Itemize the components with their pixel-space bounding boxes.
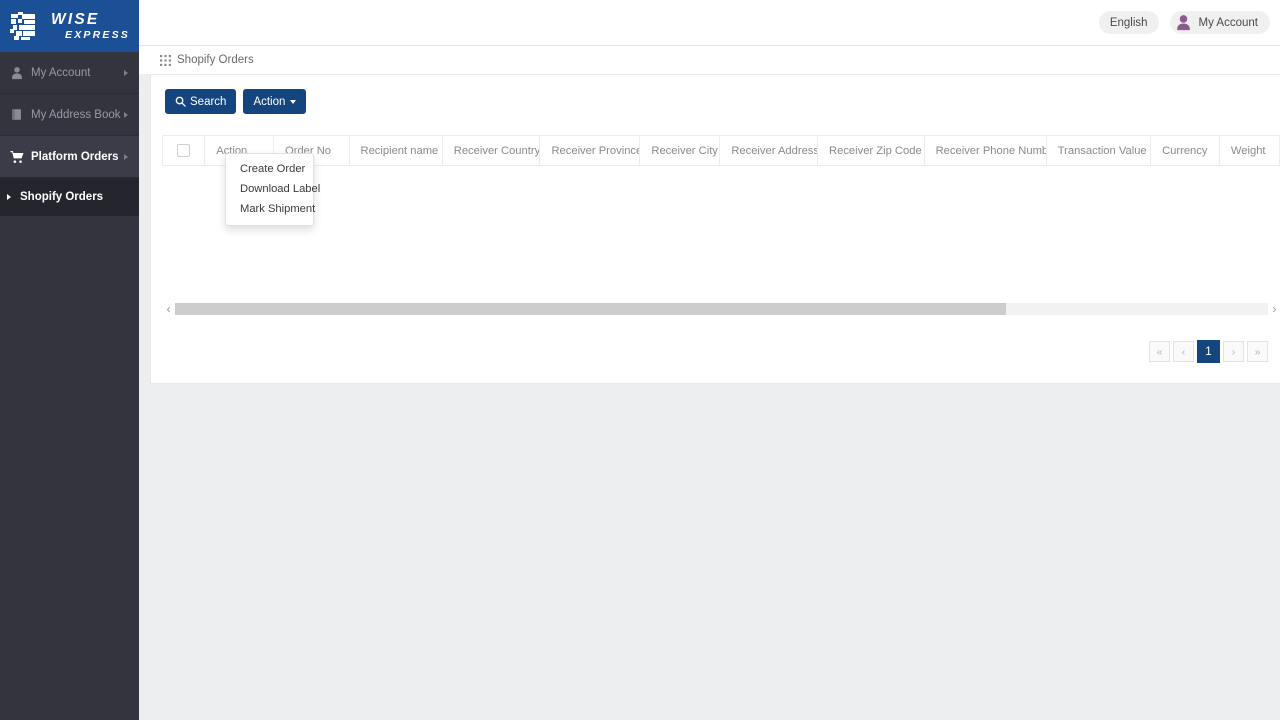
chevron-left-icon[interactable]: ‹ — [162, 303, 175, 315]
column-header-receiver-city[interactable]: Receiver City — [639, 135, 721, 166]
sidebar: WISE EXPRESS My Account My Address Book … — [0, 0, 139, 720]
column-header-receiver-province[interactable]: Receiver Province — [539, 135, 641, 166]
column-header-receiver-address[interactable]: Receiver Address — [719, 135, 819, 166]
account-label: My Account — [1198, 16, 1258, 29]
chevron-right-icon — [124, 69, 128, 76]
scrollbar-thumb[interactable] — [175, 303, 1006, 315]
table-header-row: Action Order No Recipient name Receiver … — [162, 135, 1280, 166]
pagination-next[interactable]: › — [1223, 341, 1244, 362]
chevron-right-icon[interactable]: › — [1268, 303, 1280, 315]
breadcrumb-label: Shopify Orders — [177, 54, 254, 66]
action-button[interactable]: Action — [243, 89, 307, 114]
brand-wordmark: WISE EXPRESS — [51, 10, 131, 41]
sidebar-item-platform-orders[interactable]: Platform Orders — [0, 136, 139, 178]
toolbar: Search Action — [151, 75, 1280, 114]
column-header-currency[interactable]: Currency — [1150, 135, 1220, 166]
language-label: English — [1109, 16, 1148, 29]
brand-logo[interactable]: WISE EXPRESS — [0, 0, 139, 52]
wise-express-logo-icon — [10, 12, 35, 40]
breadcrumb-bar: Shopify Orders — [139, 46, 1280, 74]
brand-line-1: WISE — [51, 10, 100, 28]
select-all-header — [162, 135, 206, 166]
cart-icon — [9, 149, 24, 164]
scrollbar-track[interactable] — [175, 303, 1268, 315]
action-dropdown-menu: Create Order Download Label Mark Shipmen… — [225, 153, 320, 226]
user-icon — [9, 65, 24, 80]
column-header-receiver-country[interactable]: Receiver Country — [441, 135, 541, 166]
top-header: English My Account — [139, 0, 1280, 46]
table-row — [162, 165, 1280, 238]
sidebar-item-my-account[interactable]: My Account — [0, 52, 139, 94]
search-button-label: Search — [190, 95, 227, 108]
my-account-menu[interactable]: My Account — [1169, 11, 1270, 34]
sidebar-item-label: Platform Orders — [31, 150, 119, 163]
select-all-checkbox[interactable] — [177, 144, 191, 157]
sidebar-item-my-address-book[interactable]: My Address Book — [0, 94, 139, 136]
menu-item-create-order[interactable]: Create Order — [226, 159, 313, 179]
book-icon — [9, 107, 24, 122]
orders-table-viewport: Action Order No Recipient name Receiver … — [162, 135, 1280, 305]
arrow-right-icon — [7, 194, 11, 200]
search-icon — [175, 96, 186, 107]
sidebar-item-label: My Address Book — [31, 108, 121, 121]
column-header-weight[interactable]: Weight — [1218, 135, 1280, 166]
menu-item-mark-shipment[interactable]: Mark Shipment — [226, 199, 315, 219]
empty-cell — [162, 165, 1280, 238]
grid-icon — [160, 54, 171, 66]
horizontal-scrollbar[interactable]: ‹ › — [162, 300, 1280, 318]
content-panel: Search Action Create Order Download Labe… — [150, 74, 1280, 384]
pagination-page-1[interactable]: 1 — [1197, 340, 1220, 363]
caret-down-icon — [290, 99, 297, 104]
language-selector[interactable]: English — [1098, 11, 1159, 34]
sidebar-item-label: My Account — [31, 66, 91, 79]
column-header-transaction-value[interactable]: Transaction Value — [1045, 135, 1152, 166]
pagination-last[interactable]: » — [1247, 341, 1268, 362]
table-body-empty — [162, 165, 1280, 238]
column-header-receiver-zip-code[interactable]: Receiver Zip Code — [817, 135, 925, 166]
brand-line-2: EXPRESS — [65, 29, 131, 41]
app-root: WISE EXPRESS My Account My Address Book … — [0, 0, 1280, 720]
pagination-first[interactable]: « — [1149, 341, 1170, 362]
pagination: « ‹ 1 › » — [1146, 340, 1268, 363]
pagination-prev[interactable]: ‹ — [1173, 341, 1194, 362]
orders-table: Action Order No Recipient name Receiver … — [162, 135, 1280, 238]
user-avatar-icon — [1176, 15, 1190, 31]
column-header-receiver-phone-number[interactable]: Receiver Phone Number — [923, 135, 1047, 166]
search-button[interactable]: Search — [165, 89, 237, 114]
menu-item-download-label[interactable]: Download Label — [226, 179, 320, 199]
chevron-right-icon — [124, 153, 128, 160]
breadcrumb[interactable]: Shopify Orders — [160, 54, 254, 66]
action-button-label: Action — [253, 95, 286, 108]
column-header-recipient-name[interactable]: Recipient name — [348, 135, 443, 166]
sidebar-item-shopify-orders[interactable]: Shopify Orders — [0, 178, 139, 216]
chevron-right-icon — [124, 111, 128, 118]
sidebar-subitem-label: Shopify Orders — [20, 191, 104, 203]
